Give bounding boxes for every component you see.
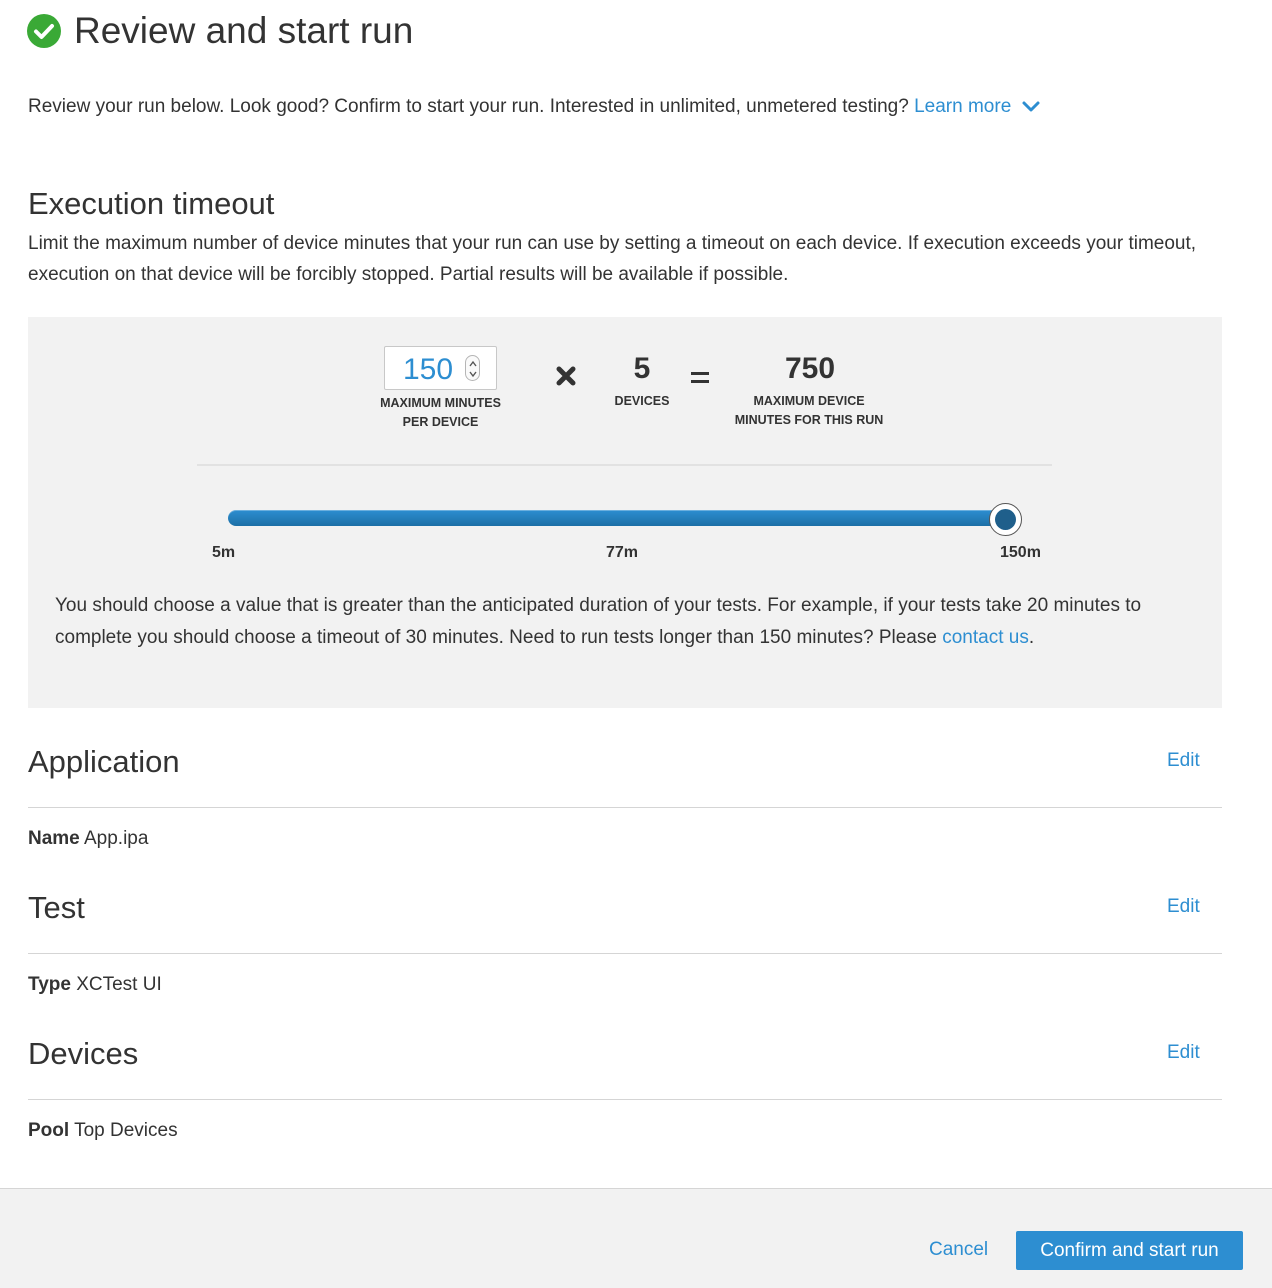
total-device-minutes-label: MAXIMUM DEVICE MINUTES FOR THIS RUN	[724, 392, 894, 430]
minutes-per-device-value[interactable]: 150	[403, 353, 453, 387]
application-name-value: App.ipa	[83, 828, 149, 849]
execution-timeout-description: Limit the maximum number of device minut…	[28, 233, 1197, 285]
devices-pool-value: Top Devices	[74, 1120, 178, 1141]
total-device-minutes: 750	[784, 352, 836, 385]
test-heading: Test	[28, 890, 85, 925]
timeout-hint-end: .	[1028, 627, 1035, 648]
confirm-and-start-run-button[interactable]: Confirm and start run	[1016, 1231, 1243, 1270]
total-label-line-1: MAXIMUM DEVICE	[753, 394, 865, 408]
learn-more-label[interactable]: Learn more	[914, 96, 1011, 117]
slider-max-label: 150m	[1000, 544, 1041, 561]
test-type-key: Type	[28, 974, 71, 995]
application-name-key: Name	[28, 828, 80, 849]
total-label-line-2: MINUTES FOR THIS RUN	[734, 413, 884, 427]
equals-icon	[691, 372, 709, 383]
devices-heading: Devices	[28, 1036, 139, 1071]
intro-text: Review your run below. Look good? Confir…	[28, 96, 1041, 118]
execution-timeout-heading: Execution timeout	[28, 186, 275, 221]
stepper-icon[interactable]	[465, 355, 480, 381]
cancel-button[interactable]: Cancel	[929, 1239, 988, 1261]
application-divider	[28, 807, 1222, 808]
slider-min-label: 5m	[212, 544, 236, 561]
timeout-slider-track[interactable]	[228, 510, 1008, 526]
timeout-hint: You should choose a value that is greate…	[55, 590, 1205, 654]
page-title: Review and start run	[74, 10, 414, 51]
application-edit-link[interactable]: Edit	[1167, 750, 1200, 772]
application-heading: Application	[28, 744, 180, 779]
test-type-value: XCTest UI	[76, 974, 162, 995]
panel-divider	[197, 464, 1052, 466]
devices-divider	[28, 1099, 1222, 1100]
devices-pool-row: Pool Top Devices	[28, 1120, 178, 1142]
minutes-per-device-label: MAXIMUM MINUTES PER DEVICE	[360, 394, 521, 432]
timeout-slider-thumb[interactable]	[989, 503, 1022, 536]
minutes-label-line-1: MAXIMUM MINUTES	[380, 396, 501, 410]
check-circle-icon	[27, 14, 61, 48]
multiply-icon	[556, 366, 576, 386]
devices-pool-key: Pool	[28, 1120, 70, 1141]
minutes-label-line-2: PER DEVICE	[402, 415, 479, 429]
application-name-row: Name App.ipa	[28, 828, 148, 850]
devices-label: DEVICES	[614, 394, 670, 408]
devices-edit-link[interactable]: Edit	[1167, 1042, 1200, 1064]
chevron-down-icon[interactable]	[1021, 100, 1041, 114]
test-type-row: Type XCTest UI	[28, 974, 162, 996]
intro-message: Review your run below. Look good? Confir…	[28, 96, 909, 117]
minutes-per-device-input[interactable]: 150	[384, 346, 497, 390]
contact-us-link[interactable]: contact us	[942, 627, 1029, 648]
test-edit-link[interactable]: Edit	[1167, 896, 1200, 918]
devices-count: 5	[633, 352, 651, 385]
test-divider	[28, 953, 1222, 954]
learn-more-link[interactable]: Learn more	[914, 96, 1041, 117]
slider-mid-label: 77m	[606, 544, 639, 561]
